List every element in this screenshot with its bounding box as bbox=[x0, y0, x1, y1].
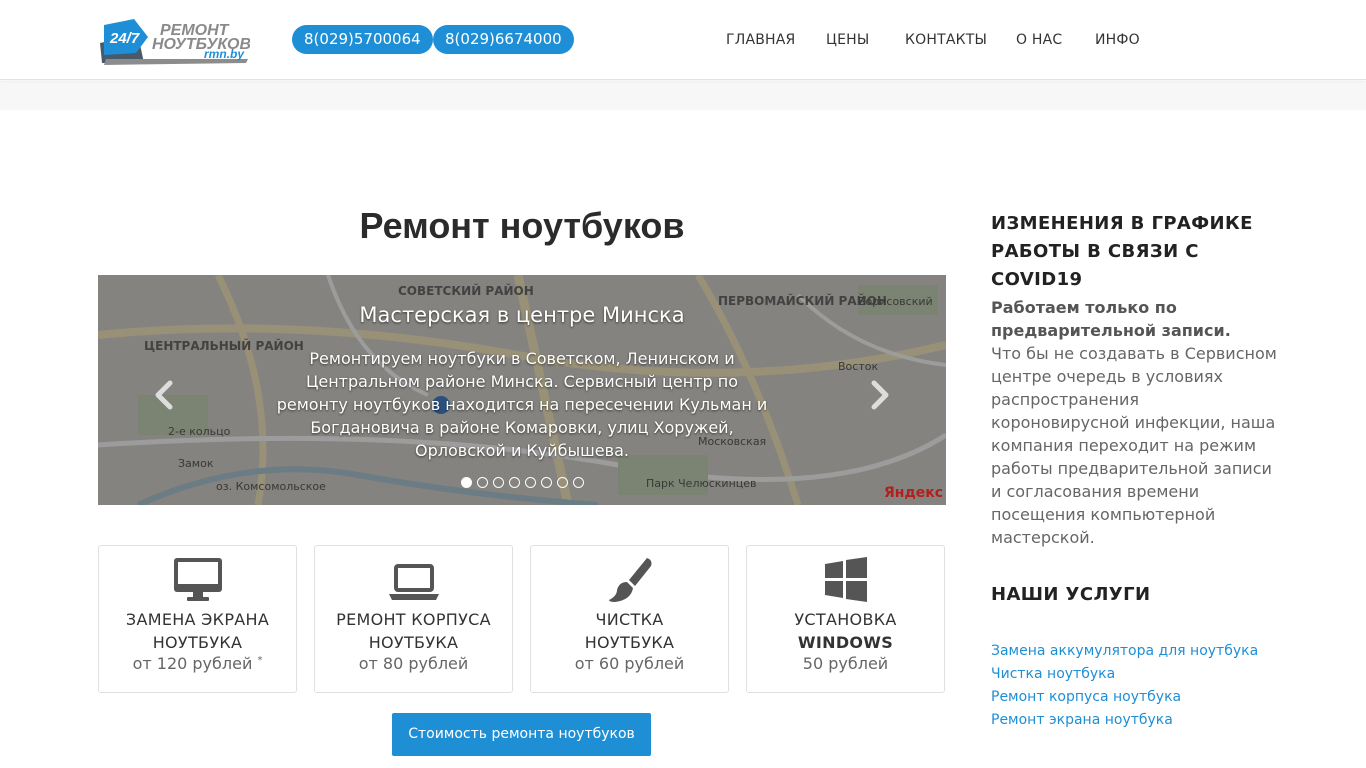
windows-icon bbox=[825, 557, 867, 602]
carousel-indicators bbox=[98, 477, 946, 488]
carousel-dot-7[interactable] bbox=[556, 477, 568, 488]
service-title-line2: НОУТБУКА bbox=[584, 633, 675, 652]
carousel-prev-button[interactable] bbox=[150, 375, 180, 415]
service-card-case[interactable]: РЕМОНТ КОРПУСА НОУТБУКА от 80 рублей bbox=[314, 545, 513, 693]
laptop-icon bbox=[389, 564, 439, 600]
price-text: от 120 рублей bbox=[132, 654, 253, 673]
repair-cost-button[interactable]: Стоимость ремонта ноутбуков bbox=[392, 713, 651, 756]
chevron-left-icon bbox=[155, 380, 173, 410]
service-title-line1: УСТАНОВКА bbox=[794, 610, 897, 629]
covid-heading-text: ИЗМЕНЕНИЯ В ГРАФИКЕ РАБОТЫ В СВЯЗИ С bbox=[991, 213, 1253, 262]
link-case-repair[interactable]: Ремонт корпуса ноутбука bbox=[991, 689, 1181, 705]
carousel-dot-4[interactable] bbox=[508, 477, 520, 488]
site-logo[interactable]: 24/7 РЕМОНТ НОУТБУКОВ rmn.by bbox=[98, 15, 251, 67]
covid-heading-emph: COVID19 bbox=[991, 269, 1083, 290]
slide-text: Ремонтируем ноутбуки в Советском, Ленинс… bbox=[276, 349, 768, 460]
link-screen-repair[interactable]: Ремонт экрана ноутбука bbox=[991, 712, 1173, 728]
site-header: 24/7 РЕМОНТ НОУТБУКОВ rmn.by 8(029)57000… bbox=[0, 0, 1366, 80]
services-link-list: Замена аккумулятора для ноутбука Чистка … bbox=[991, 640, 1258, 732]
link-battery-replacement[interactable]: Замена аккумулятора для ноутбука bbox=[991, 643, 1258, 659]
nav-about[interactable]: О НАС bbox=[1016, 32, 1062, 48]
service-title-line1: ЗАМЕНА ЭКРАНА bbox=[125, 610, 270, 629]
header-subbar bbox=[0, 81, 1366, 110]
carousel: СОВЕТСКИЙ РАЙОН ЦЕНТРАЛЬНЫЙ РАЙОН ПЕРВОМ… bbox=[98, 275, 946, 505]
service-card-cleaning[interactable]: ЧИСТКА НОУТБУКА от 60 рублей bbox=[530, 545, 729, 693]
covid-notice: Работаем только по предварительной запис… bbox=[991, 296, 1281, 549]
service-title-line2: НОУТБУКА bbox=[152, 633, 243, 652]
phone-button-1[interactable]: 8(029)5700064 bbox=[292, 25, 433, 54]
our-services-heading: НАШИ УСЛУГИ bbox=[991, 584, 1151, 605]
nav-info[interactable]: ИНФО bbox=[1095, 32, 1140, 48]
list-item: Замена аккумулятора для ноутбука bbox=[991, 640, 1258, 663]
carousel-dot-3[interactable] bbox=[492, 477, 504, 488]
service-price-screen: от 120 рублей * bbox=[99, 654, 296, 673]
nav-prices[interactable]: ЦЕНЫ bbox=[826, 32, 869, 48]
carousel-dot-8[interactable] bbox=[572, 477, 584, 488]
phone-button-2[interactable]: 8(029)6674000 bbox=[433, 25, 574, 54]
list-item: Чистка ноутбука bbox=[991, 663, 1258, 686]
service-price-windows: 50 рублей bbox=[802, 654, 889, 673]
carousel-next-button[interactable] bbox=[864, 375, 894, 415]
slide-title: Мастерская в центре Минска bbox=[359, 303, 685, 327]
logo-badge: 24/7 bbox=[109, 30, 140, 47]
nav-home[interactable]: ГЛАВНАЯ bbox=[726, 32, 795, 48]
monitor-icon bbox=[174, 558, 222, 601]
chevron-right-icon bbox=[871, 380, 889, 410]
service-price-case: от 80 рублей bbox=[358, 654, 469, 673]
service-title-line2: НОУТБУКА bbox=[368, 633, 459, 652]
list-item: Ремонт корпуса ноутбука bbox=[991, 686, 1258, 709]
list-item: Ремонт экрана ноутбука bbox=[991, 709, 1258, 732]
nav-contacts[interactable]: КОНТАКТЫ bbox=[905, 32, 987, 48]
service-card-screen[interactable]: ЗАМЕНА ЭКРАНА НОУТБУКА от 120 рублей * bbox=[98, 545, 297, 693]
carousel-dot-2[interactable] bbox=[476, 477, 488, 488]
carousel-dot-1[interactable] bbox=[460, 477, 472, 488]
service-title-line1: ЧИСТКА bbox=[595, 610, 664, 629]
logo-image: 24/7 РЕМОНТ НОУТБУКОВ rmn.by bbox=[100, 19, 251, 65]
link-laptop-cleaning[interactable]: Чистка ноутбука bbox=[991, 666, 1115, 682]
page-title: Ремонт ноутбуков bbox=[359, 205, 685, 246]
logo-domain: rmn.by bbox=[204, 47, 245, 61]
service-title-cleaning: ЧИСТКА НОУТБУКА bbox=[531, 608, 728, 654]
brush-icon bbox=[609, 558, 652, 602]
carousel-dot-5[interactable] bbox=[524, 477, 536, 488]
carousel-dot-6[interactable] bbox=[540, 477, 552, 488]
notice-bold: Работаем только по предварительной запис… bbox=[991, 298, 1231, 340]
service-title-line2: WINDOWS bbox=[797, 633, 894, 652]
service-title-screen: ЗАМЕНА ЭКРАНА НОУТБУКА bbox=[99, 608, 296, 654]
notice-text: Что бы не создавать в Сервисном центре о… bbox=[991, 344, 1277, 547]
service-price-cleaning: от 60 рублей bbox=[574, 654, 685, 673]
service-title-windows: УСТАНОВКА WINDOWS bbox=[747, 608, 944, 654]
service-card-windows[interactable]: УСТАНОВКА WINDOWS 50 рублей bbox=[746, 545, 945, 693]
service-title-line1: РЕМОНТ КОРПУСА bbox=[336, 610, 491, 629]
price-footnote: * bbox=[257, 655, 263, 666]
service-title-case: РЕМОНТ КОРПУСА НОУТБУКА bbox=[315, 608, 512, 654]
covid-notice-heading: ИЗМЕНЕНИЯ В ГРАФИКЕ РАБОТЫ В СВЯЗИ С COV… bbox=[991, 210, 1291, 294]
